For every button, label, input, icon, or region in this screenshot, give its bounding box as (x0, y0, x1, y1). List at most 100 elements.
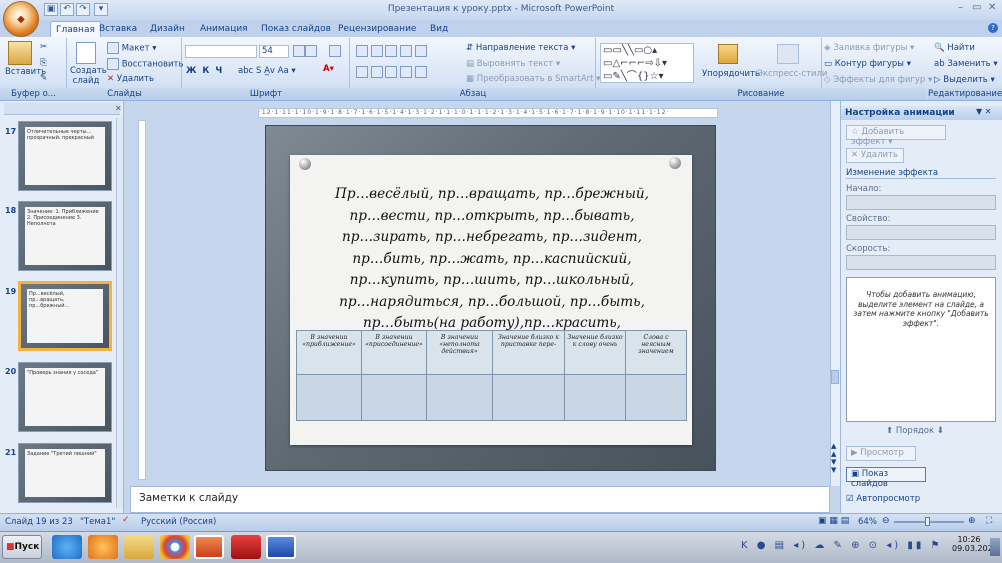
copy-icon[interactable]: ⎘ (40, 58, 47, 68)
replace-button[interactable]: ab Заменить ▾ (934, 59, 998, 69)
reorder-controls[interactable]: ⬆ Порядок ⬇ (886, 426, 944, 436)
zoom-slider-thumb[interactable] (925, 517, 930, 526)
add-effect-button[interactable]: ☆ Добавить эффект ▾ (846, 125, 946, 147)
start-select[interactable] (846, 195, 996, 210)
arrange-button[interactable]: Упорядочить (702, 69, 760, 79)
shapes-gallery[interactable]: ▭▭╲╲▭○▴ ▭△⌐⌐⌐⇨⇩▾ ▭✎╲⌒{}☆▾ (600, 43, 694, 83)
pane-options-icons[interactable]: ▼ ✕ (976, 107, 991, 116)
table-cell[interactable] (564, 374, 626, 421)
align-icons[interactable] (356, 66, 427, 78)
remove-effect-button[interactable]: ✕ Удалить (846, 148, 904, 163)
show-desktop-button[interactable] (990, 538, 1000, 556)
zoom-in-icon[interactable]: ⊕ (968, 516, 976, 526)
group-label-slides[interactable]: Слайды (67, 88, 182, 100)
tab-insert[interactable]: Вставка (94, 21, 142, 37)
help-icon[interactable]: ? (988, 23, 998, 33)
slideshow-button[interactable]: ▣ Показ слайдов (846, 467, 926, 489)
shape-fill-button[interactable]: ◈ Заливка фигуры ▾ (824, 43, 914, 53)
fit-slide-icon[interactable]: ⛶ (986, 516, 992, 526)
new-slide-button[interactable]: Создать слайд (70, 66, 107, 86)
scrollbar-thumb[interactable] (831, 370, 839, 384)
group-label-font[interactable]: Шрифт (182, 88, 350, 100)
zoom-out-icon[interactable]: ⊖ (882, 516, 890, 526)
slide-thumbnail[interactable]: Задание "Третий лишний" (18, 443, 112, 503)
animation-list[interactable]: Чтобы добавить анимацию, выделите элемен… (846, 277, 996, 422)
slide-thumbnail-selected[interactable]: Пр...весёлый, пр...вращать, пр...брежный… (18, 281, 112, 351)
spelling-icon[interactable]: ✓ (122, 515, 130, 525)
text-direction-button[interactable]: ⇵ Направление текста ▾ (466, 43, 575, 53)
view-buttons[interactable]: ▣ ▦ ▤ (818, 516, 849, 526)
tab-review[interactable]: Рецензирование (333, 21, 421, 37)
reset-button[interactable]: Восстановить (107, 58, 184, 70)
font-color-icon[interactable]: A▾ (323, 64, 334, 74)
theme-name[interactable]: "Тема1" (80, 517, 115, 527)
shape-outline-button[interactable]: ▭ Контур фигуры ▾ (824, 59, 911, 69)
shape-effects-button[interactable]: ◇ Эффекты для фигур ▾ (824, 75, 932, 85)
slide-thumbnail[interactable]: Отличительные черты... прозрачный, прекр… (18, 121, 112, 191)
chrome-icon[interactable] (160, 535, 190, 559)
slide-thumbnail[interactable]: Значение: 1. Приближение 2. Присоединени… (18, 201, 112, 271)
new-slide-icon[interactable] (76, 42, 96, 64)
close-icon[interactable]: ✕ (988, 2, 996, 13)
prev-next-slide-icons[interactable]: ▲ ▲ ▼ ▼ (831, 442, 836, 474)
slide-thumbnail[interactable]: "Проверь знания у соседа" (18, 362, 112, 432)
office-button[interactable]: ◆ (3, 1, 39, 37)
slide-vertical-scrollbar[interactable] (830, 101, 840, 486)
notes-pane[interactable]: Заметки к слайду (130, 486, 830, 513)
minimize-icon[interactable]: – (958, 2, 963, 13)
word-icon[interactable] (266, 535, 296, 559)
font-size-select[interactable]: 54 (259, 45, 289, 58)
slides-panel-close-icon[interactable]: ✕ (115, 104, 122, 113)
align-text-button[interactable]: ▤ Выровнять текст ▾ (466, 59, 560, 69)
group-label-editing[interactable]: Редактирование (928, 88, 1002, 100)
slides-panel-scrollbar[interactable] (116, 118, 123, 508)
arrange-icon[interactable] (718, 44, 738, 64)
find-button[interactable]: 🔍 Найти (934, 43, 975, 53)
table-cell[interactable] (296, 374, 362, 421)
slide-table[interactable]: В значении «приближение» В значении «при… (296, 330, 687, 421)
quick-styles-button[interactable]: Экспресс-стили (757, 69, 827, 79)
clock[interactable]: 10:26 09.03.2020 (952, 535, 998, 553)
start-button[interactable]: ■Пуск (2, 535, 42, 559)
group-label-paragraph[interactable]: Абзац (350, 88, 596, 100)
ie-icon[interactable] (52, 535, 82, 559)
paste-icon[interactable] (8, 41, 32, 65)
group-label-drawing[interactable]: Рисование (596, 88, 926, 100)
tab-view[interactable]: Вид (425, 21, 453, 37)
tray-icons[interactable]: K ● ▤ ◂) ☁ ✎ ⊕ ⊙ ◂) ▮▮ ⚑ (741, 540, 942, 551)
pdf-reader-icon[interactable] (231, 535, 261, 559)
tab-slideshow[interactable]: Показ слайдов (256, 21, 336, 37)
tab-animation[interactable]: Анимация (195, 21, 253, 37)
cut-icon[interactable]: ✂ (40, 42, 47, 52)
table-cell[interactable] (492, 374, 565, 421)
clear-format-icon[interactable] (329, 45, 341, 57)
select-button[interactable]: ▷ Выделить ▾ (934, 75, 995, 85)
font-effects-icons[interactable]: abc S A̲v Aa ▾ (238, 66, 296, 76)
restore-icon[interactable]: ▭ (972, 2, 981, 13)
table-cell[interactable] (625, 374, 687, 421)
tab-design[interactable]: Дизайн (145, 21, 190, 37)
smartart-button[interactable]: ▦ Преобразовать в SmartArt ▾ (466, 74, 600, 84)
zoom-level[interactable]: 64% (858, 517, 877, 527)
table-cell[interactable] (361, 374, 427, 421)
preview-button[interactable]: ▶ Просмотр (846, 446, 916, 461)
quick-styles-icon[interactable] (777, 44, 799, 64)
layout-button[interactable]: Макет ▾ (107, 42, 157, 54)
media-icon[interactable] (88, 535, 118, 559)
bold-italic-underline-icons[interactable]: ЖКЧ (186, 66, 228, 76)
format-painter-icon[interactable]: ✎ (40, 73, 47, 83)
autopreview-checkbox[interactable]: ☑ Автопросмотр (846, 494, 920, 504)
font-family-select[interactable] (185, 45, 257, 58)
language-indicator[interactable]: Русский (Россия) (141, 517, 216, 527)
property-select[interactable] (846, 225, 996, 240)
slides-panel-tabs[interactable] (4, 103, 120, 115)
delete-slide-button[interactable]: ✕ Удалить (107, 74, 154, 84)
powerpoint-taskbar-icon[interactable] (194, 535, 224, 559)
table-cell[interactable] (426, 374, 493, 421)
list-icons[interactable] (356, 45, 427, 57)
speed-select[interactable] (846, 255, 996, 270)
explorer-icon[interactable] (124, 535, 154, 559)
slide-text-box[interactable]: Пр…весёлый, пр…вращать, пр…брежный, пр…в… (296, 184, 688, 335)
group-label-clipboard[interactable]: Буфер о... (0, 88, 67, 100)
grow-font-icon[interactable] (293, 45, 317, 57)
